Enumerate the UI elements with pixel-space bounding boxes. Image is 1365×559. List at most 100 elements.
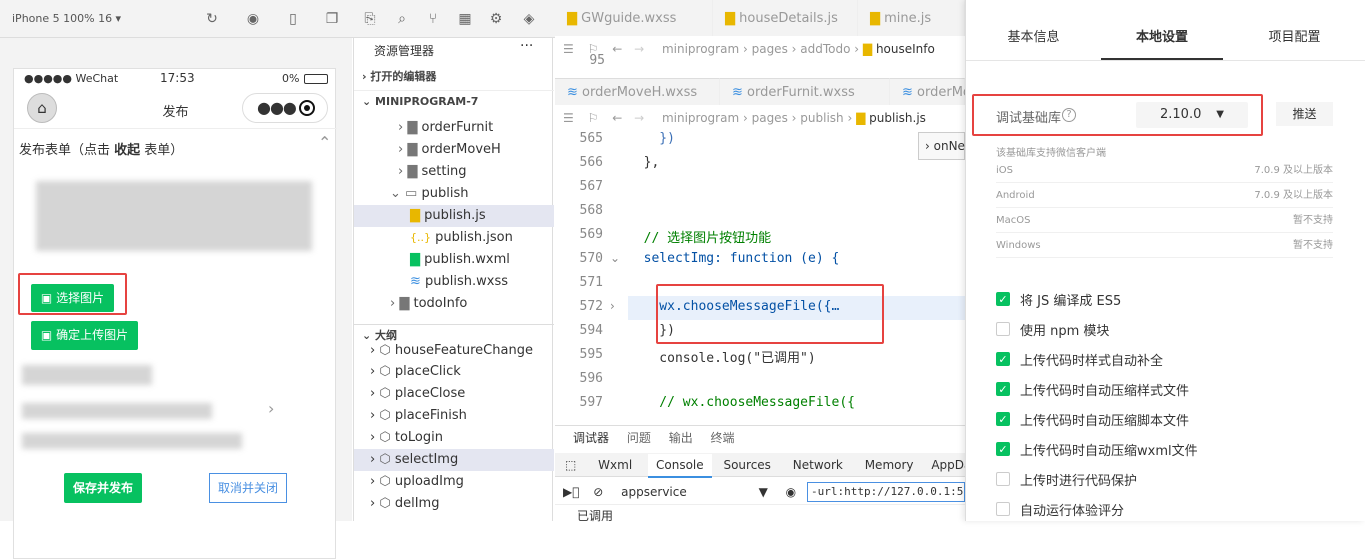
capsule-menu[interactable]: ●●● xyxy=(242,93,328,123)
save-publish-button[interactable]: 保存并发布 xyxy=(64,473,142,503)
back-icon[interactable]: ← xyxy=(602,42,622,56)
tree-item-folder[interactable]: › ▇ orderFurnit xyxy=(354,117,554,139)
tab-memory[interactable]: Memory xyxy=(847,458,914,472)
tab-console[interactable]: Console xyxy=(648,454,712,478)
option-checkbox[interactable]: ✓ xyxy=(996,352,1010,366)
stop-icon[interactable]: ◉ xyxy=(244,10,262,28)
tab-local-settings[interactable]: 本地设置 xyxy=(1101,0,1223,60)
option-checkbox[interactable] xyxy=(996,502,1010,516)
window-icon[interactable]: ❐ xyxy=(323,10,341,28)
lib-version-select[interactable]: 2.10.0 ▼ xyxy=(1136,102,1248,128)
tab-terminal[interactable]: 终端 xyxy=(697,431,735,445)
outline-item[interactable]: › ⬡ placeClose xyxy=(354,383,554,405)
explorer-pane: 资源管理器 ··· › 打开的编辑器 ⌄ MINIPROGRAM-7 › ▇ o… xyxy=(353,38,554,521)
tree-item-file-wxss[interactable]: ≋ publish.wxss xyxy=(354,271,554,293)
docker-icon[interactable]: ◈ xyxy=(520,10,538,28)
option-label: 上传代码时自动压缩wxml文件 xyxy=(1020,444,1198,459)
divider xyxy=(966,60,1365,61)
fold-chevron-icon[interactable]: ⌄ xyxy=(610,251,620,265)
option-label: 上传时进行代码保护 xyxy=(1020,474,1138,489)
option-checkbox[interactable]: ✓ xyxy=(996,382,1010,396)
tree-item-folder[interactable]: › ▇ setting xyxy=(354,161,554,183)
more-icon[interactable]: ··· xyxy=(520,38,533,54)
tree-item-file-wxml[interactable]: ▇ publish.wxml xyxy=(354,249,554,271)
nav-bar: ⌂ 发布 ●●● xyxy=(14,89,337,129)
editor-tab[interactable]: ▇ mine.js xyxy=(858,0,965,38)
tab-debugger[interactable]: 调试器 xyxy=(555,431,609,445)
eye-icon[interactable]: ◉ xyxy=(772,485,796,499)
debug-icon[interactable]: ⚙ xyxy=(487,10,505,28)
option-checkbox[interactable]: ✓ xyxy=(996,412,1010,426)
debug-panel: 调试器 问题 输出 终端 ⬚ Wxml Console Sources Netw… xyxy=(555,425,971,523)
outline-item[interactable]: › ⬡ delImg xyxy=(354,493,554,515)
forward-icon[interactable]: → xyxy=(626,42,644,56)
option-checkbox[interactable]: ✓ xyxy=(996,442,1010,456)
option-checkbox[interactable] xyxy=(996,472,1010,486)
peek-tab[interactable]: ≋ orderMo xyxy=(890,78,971,106)
forward-icon[interactable]: → xyxy=(626,111,644,125)
tree-item-folder[interactable]: › ▇ orderMoveH xyxy=(354,139,554,161)
help-icon[interactable]: ? xyxy=(1062,108,1076,122)
dropdown-arrow-icon[interactable]: ▼ xyxy=(691,485,768,499)
close-target-icon[interactable] xyxy=(299,100,315,116)
tab-output[interactable]: 输出 xyxy=(655,431,693,445)
code-lines[interactable]: 565 }) 566 }, 567 568 569 // 选择图片按钮功能 57… xyxy=(555,129,965,425)
more-icon[interactable]: ●●● xyxy=(257,98,297,117)
device-selector[interactable]: iPhone 5 100% 16 ▾ xyxy=(12,12,121,25)
outline-item-selected[interactable]: › ⬡ selectImg xyxy=(354,449,554,471)
git-icon[interactable]: ⑂ xyxy=(424,10,442,28)
option-checkbox[interactable]: ✓ xyxy=(996,292,1010,306)
form-header[interactable]: 发布表单（点击 收起 表单） xyxy=(19,139,183,158)
chevron-right-icon[interactable]: › xyxy=(268,399,274,418)
tab-project-config[interactable]: 项目配置 xyxy=(1223,0,1365,60)
list-icon[interactable]: ☰ xyxy=(555,111,574,125)
editor-tab[interactable]: ▇ GWguide.wxss xyxy=(555,0,713,38)
choose-image-button[interactable]: ▣ 选择图片 xyxy=(31,284,114,312)
inspect-icon[interactable]: ⬚ xyxy=(555,458,576,472)
peek-tab[interactable]: ≋ orderMoveH.wxss xyxy=(555,78,720,106)
tab-network[interactable]: Network xyxy=(775,458,843,472)
clock: 17:53 xyxy=(160,71,195,85)
context-select[interactable]: appservice xyxy=(607,485,687,499)
collapse-icon[interactable]: ⌃ xyxy=(318,133,331,152)
confirm-upload-button[interactable]: ▣ 确定上传图片 xyxy=(31,321,138,350)
tab-sources[interactable]: Sources xyxy=(715,458,770,472)
blurred-image-area xyxy=(36,181,312,251)
outline-item[interactable]: › ⬡ houseFeatureChange xyxy=(354,340,554,362)
bookmark-icon[interactable]: ⚐ xyxy=(578,111,599,125)
tree-item-file-js[interactable]: ▇ publish.js xyxy=(354,205,554,227)
option-checkbox[interactable] xyxy=(996,322,1010,336)
tab-appdata[interactable]: AppDa xyxy=(917,458,971,472)
editor-tab[interactable]: ▇ houseDetails.js xyxy=(713,0,858,38)
tab-wxml[interactable]: Wxml xyxy=(580,458,632,472)
push-button[interactable]: 推送 xyxy=(1276,102,1333,126)
extensions-icon[interactable]: ▦ xyxy=(456,10,474,28)
back-icon[interactable]: ← xyxy=(602,111,622,125)
outline-item[interactable]: › ⬡ toLogin xyxy=(354,427,554,449)
console-toolbar: ▶⃞ ⊘ appservice ▼ ◉ -url:http://127.0.0.… xyxy=(555,479,965,505)
refresh-icon[interactable]: ↻ xyxy=(203,10,221,28)
tab-basic-info[interactable]: 基本信息 xyxy=(966,0,1101,60)
fold-chevron-icon[interactable]: › xyxy=(610,299,615,313)
tab-problems[interactable]: 问题 xyxy=(613,431,651,445)
outline-item[interactable]: › ⬡ placeClick xyxy=(354,361,554,383)
peek-line-number: 95 xyxy=(589,53,605,68)
tree-item-folder-open[interactable]: ⌄ ▭ publish xyxy=(354,183,554,205)
cancel-close-button[interactable]: 取消并关闭 xyxy=(209,473,287,503)
outline-item[interactable]: › ⬡ placeFinish xyxy=(354,405,554,427)
lib-label: 调试基础库 xyxy=(996,111,1062,126)
tree-item-file-json[interactable]: {..} publish.json xyxy=(354,227,554,249)
files-icon[interactable]: ⎘ xyxy=(361,10,379,28)
peek-tab[interactable]: ≋ orderFurnit.wxss xyxy=(720,78,890,106)
list-icon[interactable]: ☰ xyxy=(555,42,574,56)
project-section[interactable]: ⌄ MINIPROGRAM-7 xyxy=(354,90,554,112)
clear-icon[interactable]: ⊘ xyxy=(583,485,603,499)
tree-item-folder[interactable]: › ▇ todoInfo xyxy=(354,293,554,315)
sidebar-toggle-icon[interactable]: ▶⃞ xyxy=(555,485,579,499)
outline-item[interactable]: › ⬡ uploadImg xyxy=(354,471,554,493)
phone-icon[interactable]: ▯ xyxy=(284,10,302,28)
support-note: 该基础库支持微信客户端 xyxy=(996,148,1106,159)
open-editors-section[interactable]: › 打开的编辑器 xyxy=(354,66,554,88)
filter-input[interactable]: -url:http://127.0.0.1:56594/ap xyxy=(807,482,965,502)
search-icon[interactable]: ⌕ xyxy=(393,10,411,28)
